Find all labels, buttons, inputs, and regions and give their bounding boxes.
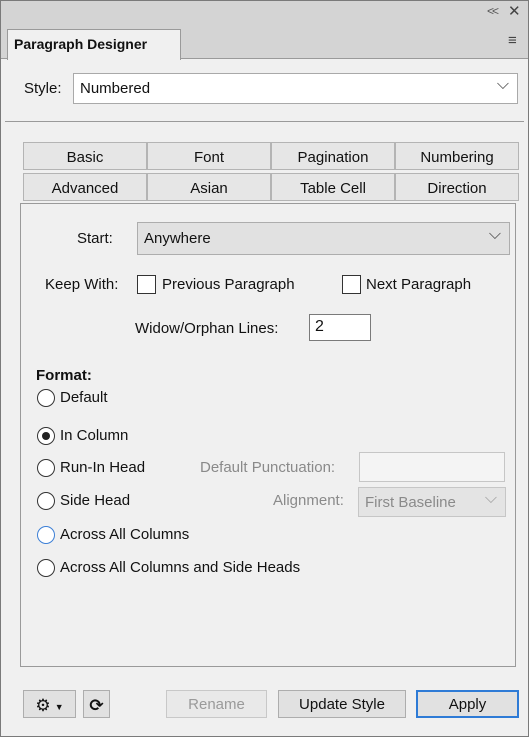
tab-pagination[interactable]: Pagination — [271, 142, 395, 170]
format-run-in-head-label: Run-In Head — [60, 459, 146, 476]
alignment-value: First Baseline — [365, 494, 456, 511]
paragraph-designer-panel: << ✕ Paragraph Designer ≡ Style: Numbere… — [0, 0, 529, 737]
tab-table-cell[interactable]: Table Cell — [271, 173, 395, 201]
panel-titlebar: << ✕ — [1, 1, 528, 25]
refresh-icon: ⟳ — [89, 696, 104, 715]
chevron-down-icon: ⌵ — [484, 490, 497, 507]
tab-basic[interactable]: Basic — [23, 142, 147, 170]
format-side-head-radio[interactable] — [37, 492, 55, 510]
widow-orphan-input[interactable]: 2 — [309, 314, 371, 341]
tab-direction[interactable]: Direction — [395, 173, 519, 201]
close-icon[interactable]: ✕ — [508, 2, 521, 20]
style-value: Numbered — [80, 80, 151, 97]
tab-advanced[interactable]: Advanced — [23, 173, 147, 201]
start-value: Anywhere — [144, 230, 211, 247]
format-default-label: Default — [60, 389, 108, 406]
apply-button[interactable]: Apply — [416, 690, 519, 718]
previous-paragraph-label: Previous Paragraph — [162, 276, 295, 293]
chevron-down-icon: ⌵ — [488, 226, 501, 243]
alignment-label: Alignment: — [273, 492, 344, 509]
collapse-icon[interactable]: << — [487, 4, 499, 18]
style-select[interactable]: Numbered ⌵ — [73, 73, 518, 104]
next-paragraph-label: Next Paragraph — [366, 276, 472, 293]
format-in-column-radio[interactable] — [37, 427, 55, 445]
format-across-all-columns-label: Across All Columns — [60, 526, 190, 543]
default-punctuation-input[interactable] — [359, 452, 505, 482]
refresh-button[interactable]: ⟳ — [83, 690, 110, 718]
widow-orphan-label: Widow/Orphan Lines: — [135, 320, 279, 337]
divider — [5, 121, 524, 122]
tab-numbering[interactable]: Numbering — [395, 142, 519, 170]
radio-selected-dot — [42, 432, 50, 440]
hamburger-menu-icon[interactable]: ≡ — [508, 32, 517, 49]
tab-paragraph-designer[interactable]: Paragraph Designer — [7, 29, 181, 60]
format-label: Format: — [36, 367, 92, 384]
format-across-all-columns-radio[interactable] — [37, 526, 55, 544]
format-side-head-label: Side Head — [60, 492, 131, 509]
format-across-all-columns-side-heads-radio[interactable] — [37, 559, 55, 577]
gear-menu-button[interactable]: ⚙ ▼ — [23, 690, 76, 718]
gear-icon: ⚙ — [35, 696, 51, 715]
format-run-in-head-radio[interactable] — [37, 459, 55, 477]
format-in-column-label: In Column — [60, 427, 129, 444]
rename-button[interactable]: Rename — [166, 690, 267, 718]
style-label: Style: — [24, 80, 62, 97]
previous-paragraph-checkbox[interactable] — [137, 275, 156, 294]
panel-tab-strip: Paragraph Designer ≡ — [1, 25, 528, 60]
default-punctuation-label: Default Punctuation: — [200, 459, 336, 476]
chevron-down-icon: ⌵ — [496, 76, 509, 93]
next-paragraph-checkbox[interactable] — [342, 275, 361, 294]
start-select[interactable]: Anywhere ⌵ — [137, 222, 510, 255]
format-default-radio[interactable] — [37, 389, 55, 407]
tab-asian[interactable]: Asian — [147, 173, 271, 201]
start-label: Start: — [77, 230, 113, 247]
format-across-all-columns-side-heads-label: Across All Columns and Side Heads — [60, 559, 301, 576]
update-style-button[interactable]: Update Style — [278, 690, 406, 718]
keep-with-label: Keep With: — [45, 276, 119, 293]
alignment-select[interactable]: First Baseline ⌵ — [358, 487, 506, 517]
tab-font[interactable]: Font — [147, 142, 271, 170]
chevron-down-icon: ▼ — [54, 702, 64, 713]
